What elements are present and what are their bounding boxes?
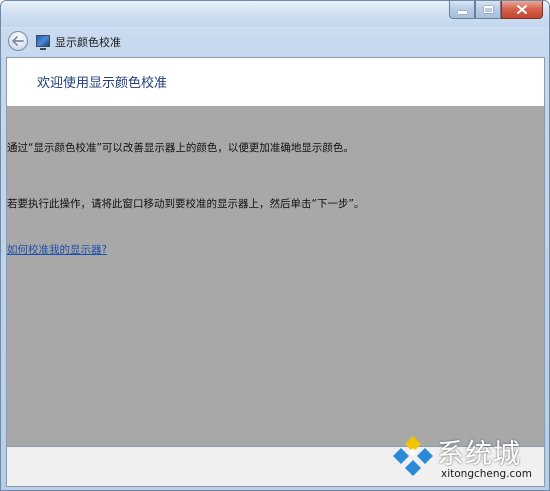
close-button[interactable]	[501, 1, 543, 19]
title-bar[interactable]	[1, 1, 549, 27]
watermark-brand: 系统城	[437, 439, 521, 470]
help-link[interactable]: 如何校准我的显示器?	[7, 242, 107, 257]
back-button[interactable]	[8, 31, 28, 51]
intro-paragraph: 通过“显示颜色校准”可以改善显示器上的颜色，以便更加准确地显示颜色。	[7, 142, 354, 154]
minimize-button[interactable]	[449, 1, 475, 19]
maximize-button[interactable]	[475, 1, 501, 19]
instruction-paragraph: 若要执行此操作，请将此窗口移动到要校准的显示器上，然后单击“下一步”。	[7, 198, 365, 210]
header-band: 欢迎使用显示颜色校准	[7, 58, 544, 106]
watermark-site: xitongcheng.com	[441, 468, 532, 480]
watermark-logo-icon	[393, 436, 433, 476]
monitor-icon	[36, 35, 50, 50]
back-arrow-icon	[12, 36, 24, 46]
navigation-bar: 显示颜色校准	[1, 27, 549, 57]
content-panel: 欢迎使用显示颜色校准 通过“显示颜色校准”可以改善显示器上的颜色，以便更加准确地…	[6, 57, 545, 447]
watermark: 系统城 xitongcheng.com	[391, 432, 541, 484]
caption-buttons	[449, 1, 543, 21]
window-title: 显示颜色校准	[55, 36, 121, 49]
calibration-window: 显示颜色校准 欢迎使用显示颜色校准 通过“显示颜色校准”可以改善显示器上的颜色，…	[0, 0, 550, 491]
page-heading: 欢迎使用显示颜色校准	[37, 76, 168, 91]
close-icon	[517, 5, 527, 14]
minimize-icon	[457, 11, 467, 14]
maximize-icon	[483, 6, 493, 13]
